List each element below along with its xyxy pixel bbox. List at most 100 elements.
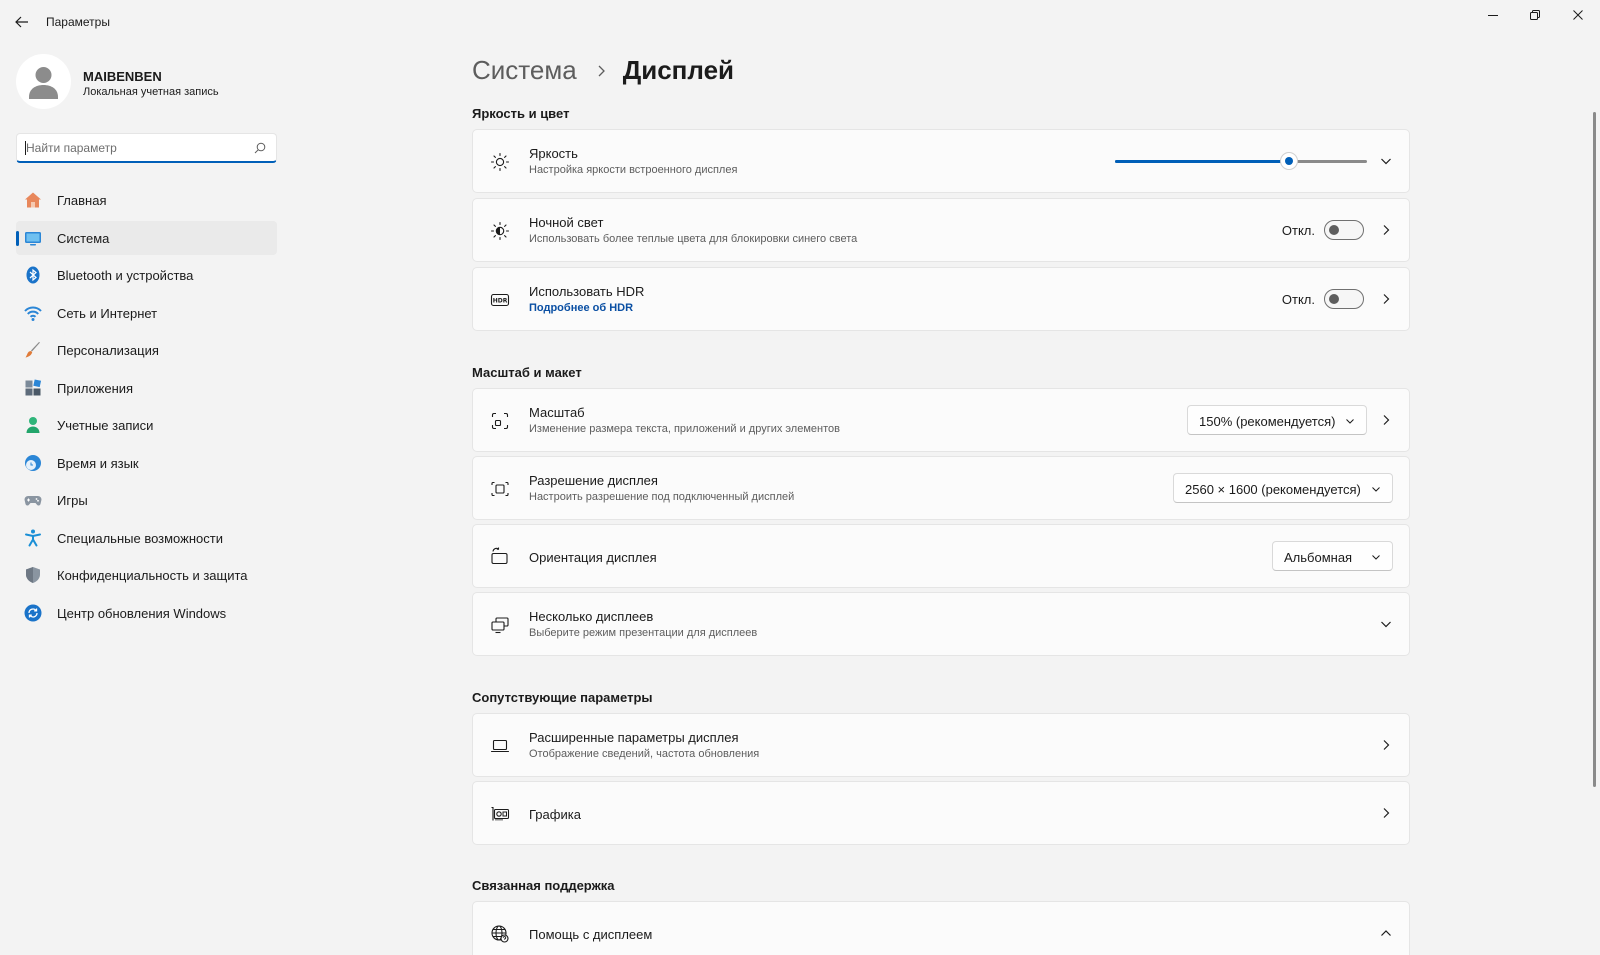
laptop-icon <box>490 739 510 753</box>
avatar[interactable] <box>16 54 71 109</box>
brightness-subtitle: Настройка яркости встроенного дисплея <box>529 164 738 176</box>
minimize-button[interactable] <box>1471 0 1515 30</box>
sidebar-item-windows-update[interactable]: Центр обновления Windows <box>16 596 277 630</box>
account-type: Локальная учетная запись <box>83 86 219 98</box>
close-icon <box>1573 10 1583 20</box>
gamepad-icon <box>24 496 42 506</box>
restore-icon <box>1530 10 1540 20</box>
home-icon <box>25 192 41 208</box>
close-button[interactable] <box>1556 0 1600 30</box>
page-title: Дисплей <box>622 55 735 85</box>
chevron-down-icon[interactable] <box>1379 154 1393 168</box>
hdr-title: Использовать HDR <box>529 284 645 299</box>
chevron-right-icon[interactable] <box>1379 806 1393 820</box>
display-help-title: Помощь с дисплеем <box>529 927 653 942</box>
advanced-display-title: Расширенные параметры дисплея <box>529 730 739 745</box>
title-bar: Параметры <box>0 0 1600 44</box>
shield-icon <box>26 567 40 583</box>
night-light-icon <box>490 221 510 241</box>
chevron-down-icon[interactable] <box>1379 617 1393 631</box>
chevron-down-icon <box>1372 555 1380 560</box>
graphics-title: Графика <box>529 807 581 822</box>
scale-subtitle: Изменение размера текста, приложений и д… <box>529 423 840 435</box>
display-help-card[interactable]: Помощь с дисплеем <box>472 901 1410 955</box>
chevron-right-icon[interactable] <box>1379 738 1393 752</box>
sidebar-item-accessibility[interactable]: Специальные возможности <box>16 521 277 555</box>
night-light-card[interactable]: Ночной свет Использовать более теплые цв… <box>472 198 1410 262</box>
sidebar-item-label: Центр обновления Windows <box>57 605 227 621</box>
search-input[interactable]: Найти параметр <box>26 141 117 155</box>
chevron-right-icon <box>598 65 605 76</box>
graphics-card[interactable]: Графика <box>472 781 1410 845</box>
night-light-toggle[interactable] <box>1324 220 1364 240</box>
sidebar-item-gaming[interactable]: Игры <box>16 483 277 517</box>
system-icon <box>25 231 41 245</box>
back-button[interactable] <box>12 12 32 32</box>
chevron-down-icon <box>1346 419 1354 424</box>
sidebar-item-accounts[interactable]: Учетные записи <box>16 408 277 442</box>
sidebar-item-label: Конфиденциальность и защита <box>57 568 248 583</box>
multiple-displays-card[interactable]: Несколько дисплеев Выберите режим презен… <box>472 592 1410 656</box>
graphics-card-icon <box>491 806 510 821</box>
chevron-right-icon[interactable] <box>1379 292 1393 306</box>
sidebar-item-privacy[interactable]: Конфиденциальность и защита <box>16 558 277 592</box>
globe-icon <box>491 925 509 943</box>
sidebar-item-apps[interactable]: Приложения <box>16 371 277 405</box>
svg-text:HDR: HDR <box>493 298 508 305</box>
sidebar-item-system[interactable]: Система <box>16 220 277 255</box>
chevron-up-icon[interactable] <box>1379 926 1393 940</box>
brightness-icon <box>490 152 510 172</box>
resolution-card[interactable]: Разрешение дисплея Настроить разрешение … <box>472 456 1410 520</box>
orientation-card[interactable]: Ориентация дисплея Альбомная <box>472 524 1410 588</box>
sidebar-item-home[interactable]: Главная <box>16 183 277 217</box>
scrollbar[interactable] <box>1593 112 1596 787</box>
sidebar-item-time-language[interactable]: Время и язык <box>16 446 277 480</box>
sidebar-item-bluetooth[interactable]: Bluetooth и устройства <box>16 258 277 292</box>
sidebar-item-label: Игры <box>57 493 88 508</box>
chevron-right-icon[interactable] <box>1379 413 1393 427</box>
hdr-card[interactable]: HDR Использовать HDR Подробнее об HDR От… <box>472 267 1410 331</box>
multiple-displays-title: Несколько дисплеев <box>529 609 654 624</box>
wifi-icon <box>24 306 42 321</box>
brightness-card[interactable]: Яркость Настройка яркости встроенного ди… <box>472 129 1410 193</box>
user-name: MAIBENBEN <box>83 69 162 84</box>
multiple-displays-subtitle: Выберите режим презентации для дисплеев <box>529 627 758 639</box>
resolution-subtitle: Настроить разрешение под подключенный ди… <box>529 491 795 503</box>
slider-thumb[interactable] <box>1279 152 1298 170</box>
sidebar-item-label: Персонализация <box>57 343 159 358</box>
scale-dropdown[interactable]: 150% (рекомендуется) <box>1187 405 1367 435</box>
sidebar-item-label: Главная <box>57 193 107 208</box>
user-icon <box>29 67 58 99</box>
sidebar-item-personalization[interactable]: Персонализация <box>16 333 277 367</box>
scale-icon <box>491 412 509 430</box>
scale-dropdown-value: 150% (рекомендуется) <box>1199 414 1336 429</box>
advanced-display-card[interactable]: Расширенные параметры дисплея Отображени… <box>472 713 1410 777</box>
orientation-dropdown[interactable]: Альбомная <box>1272 541 1393 571</box>
back-arrow-icon <box>15 16 28 28</box>
apps-icon <box>25 378 42 395</box>
sidebar-item-network[interactable]: Сеть и Интернет <box>16 296 277 330</box>
section-title-scale-layout: Масштаб и макет <box>472 365 582 380</box>
chevron-right-icon[interactable] <box>1379 223 1393 237</box>
orientation-icon <box>491 547 508 565</box>
sidebar-nav: Главная Система Bluetooth и устройства С… <box>16 183 277 633</box>
sidebar-item-label: Специальные возможности <box>57 530 223 546</box>
search-box[interactable]: Найти параметр <box>16 133 277 163</box>
resolution-dropdown[interactable]: 2560 × 1600 (рекомендуется) <box>1173 473 1393 503</box>
brush-icon <box>25 342 40 358</box>
resolution-dropdown-value: 2560 × 1600 (рекомендуется) <box>1185 482 1361 497</box>
brightness-slider[interactable] <box>1115 152 1367 170</box>
slider-fill <box>1115 160 1289 163</box>
resolution-icon <box>491 481 509 497</box>
restore-button[interactable] <box>1513 0 1557 30</box>
hdr-learn-more-link[interactable]: Подробнее об HDR <box>529 302 633 314</box>
orientation-dropdown-value: Альбомная <box>1284 550 1353 565</box>
section-title-support: Связанная поддержка <box>472 878 615 893</box>
breadcrumb-parent[interactable]: Система <box>472 55 577 86</box>
accessibility-icon <box>25 529 41 546</box>
hdr-toggle[interactable] <box>1324 289 1364 309</box>
scale-card[interactable]: Масштаб Изменение размера текста, прилож… <box>472 388 1410 452</box>
search-icon[interactable] <box>254 142 266 154</box>
update-icon <box>24 604 42 621</box>
sidebar-item-label: Приложения <box>57 380 134 396</box>
